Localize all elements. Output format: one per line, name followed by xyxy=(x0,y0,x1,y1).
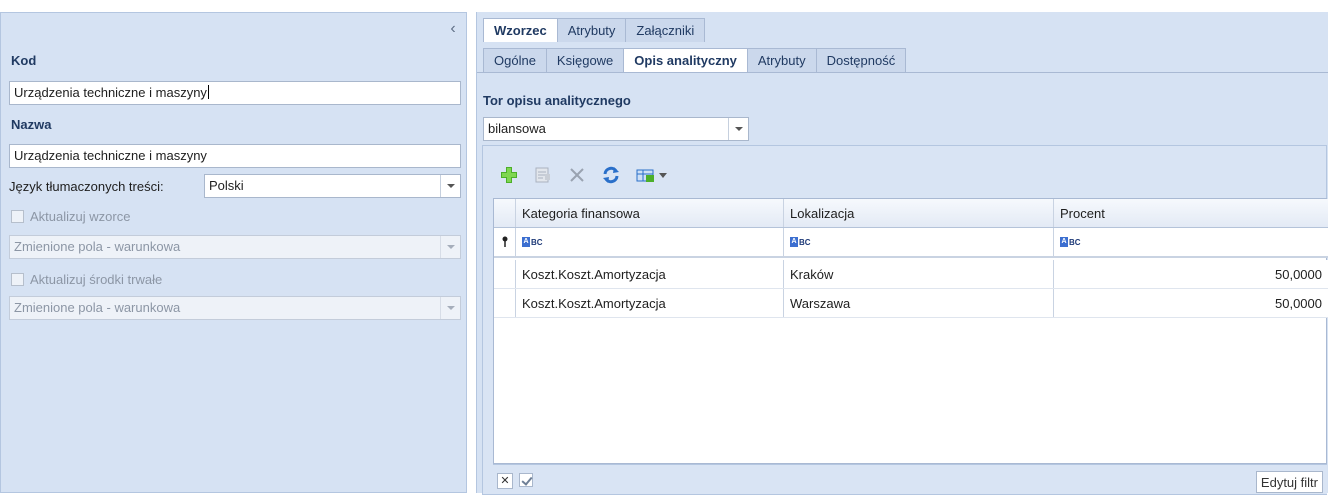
refresh-icon[interactable] xyxy=(601,165,621,185)
language-label: Język tłumaczonych treści: xyxy=(9,179,164,194)
tab-atrybuty-sub[interactable]: Atrybuty xyxy=(746,48,817,72)
clear-filter-icon[interactable]: ✕ xyxy=(497,473,513,489)
grid-footer: ✕ Edytuj filtr xyxy=(493,464,1327,494)
cell-kategoria[interactable]: Koszt.Koszt.Amortyzacja xyxy=(516,260,784,288)
tor-label: Tor opisu analitycznego xyxy=(483,93,631,108)
language-select-value: Polski xyxy=(209,178,244,193)
left-panel: ‹ Kod Urządzenia techniczne i maszyny Na… xyxy=(0,12,467,493)
chevron-down-icon[interactable] xyxy=(440,175,460,197)
edit-filter-button[interactable]: Edytuj filtr xyxy=(1255,471,1323,493)
update-assets-mode-select[interactable]: Zmienione pola - warunkowa xyxy=(9,296,461,320)
tab-wzorzec[interactable]: Wzorzec xyxy=(483,18,558,42)
edit-icon[interactable] xyxy=(533,165,553,185)
sub-tabs: Ogólne Księgowe Opis analityczny Atrybut… xyxy=(483,48,907,72)
grid-layout-icon[interactable] xyxy=(635,165,669,185)
update-assets-checkbox[interactable]: Aktualizuj środki trwałe xyxy=(11,272,162,287)
tor-select-value: bilansowa xyxy=(488,121,546,136)
tab-dostepnosc[interactable]: Dostępność xyxy=(815,48,907,72)
update-templates-mode-value: Zmienione pola - warunkowa xyxy=(14,239,181,254)
row-indicator[interactable] xyxy=(494,260,516,288)
table-row[interactable]: Koszt.Koszt.Amortyzacja Warszawa 50,0000 xyxy=(494,289,1328,318)
tab-ksiegowe[interactable]: Księgowe xyxy=(545,48,625,72)
nazwa-label: Nazwa xyxy=(11,117,52,132)
update-templates-checkbox[interactable]: Aktualizuj wzorce xyxy=(11,209,130,224)
update-templates-mode-select[interactable]: Zmienione pola - warunkowa xyxy=(9,235,461,259)
chevron-down-icon[interactable] xyxy=(440,297,460,319)
filter-enabled-checkbox[interactable] xyxy=(519,473,533,487)
column-header-lokalizacja[interactable]: Lokalizacja xyxy=(784,199,1054,227)
chevron-down-icon[interactable] xyxy=(440,236,460,258)
grid-filter-row: A BC A BC A BC xyxy=(494,228,1328,258)
kod-input[interactable]: Urządzenia techniczne i maszyny xyxy=(9,81,461,105)
row-indicator[interactable] xyxy=(494,289,516,317)
update-assets-label: Aktualizuj środki trwałe xyxy=(30,272,163,287)
nazwa-input[interactable]: Urządzenia techniczne i maszyny xyxy=(9,144,461,168)
cell-procent[interactable]: 50,0000 xyxy=(1054,289,1328,317)
pin-icon xyxy=(494,228,516,256)
tab-atrybuty[interactable]: Atrybuty xyxy=(556,18,627,42)
tab-zalaczniki[interactable]: Załączniki xyxy=(625,18,706,42)
update-templates-label: Aktualizuj wzorce xyxy=(30,209,131,224)
text-filter-icon: A BC xyxy=(522,237,543,247)
tab-ogolne[interactable]: Ogólne xyxy=(483,48,547,72)
grid-toolbar xyxy=(499,164,669,186)
cell-kategoria[interactable]: Koszt.Koszt.Amortyzacja xyxy=(516,289,784,317)
analytical-grid-panel: Kategoria finansowa Lokalizacja Procent … xyxy=(482,145,1328,495)
collapse-panel-icon[interactable]: ‹ xyxy=(446,21,460,37)
delete-icon[interactable] xyxy=(567,165,587,185)
column-header-procent[interactable]: Procent xyxy=(1054,199,1328,227)
chevron-down-icon[interactable] xyxy=(728,118,748,140)
kod-input-value: Urządzenia techniczne i maszyny xyxy=(14,85,207,100)
filter-cell-lokalizacja[interactable]: A BC xyxy=(784,228,1054,256)
text-caret xyxy=(207,85,209,99)
column-header-kategoria[interactable]: Kategoria finansowa xyxy=(516,199,784,227)
text-filter-icon: A BC xyxy=(790,237,811,247)
tor-select[interactable]: bilansowa xyxy=(483,117,749,141)
analytical-description-content: Tor opisu analitycznego bilansowa Katego… xyxy=(477,72,1328,495)
filter-cell-procent[interactable]: A BC xyxy=(1054,228,1328,256)
row-indicator-header xyxy=(494,199,516,227)
cell-lokalizacja[interactable]: Kraków xyxy=(784,260,1054,288)
tab-opis-analityczny[interactable]: Opis analityczny xyxy=(623,48,748,72)
analytical-grid: Kategoria finansowa Lokalizacja Procent … xyxy=(493,198,1328,464)
grid-header-row: Kategoria finansowa Lokalizacja Procent xyxy=(494,199,1328,228)
text-filter-icon: A BC xyxy=(1060,237,1081,247)
update-assets-mode-value: Zmienione pola - warunkowa xyxy=(14,300,181,315)
filter-cell-kategoria[interactable]: A BC xyxy=(516,228,784,256)
checkbox-icon xyxy=(11,210,24,223)
checkbox-icon xyxy=(11,273,24,286)
nazwa-input-value: Urządzenia techniczne i maszyny xyxy=(14,148,207,163)
main-tabs: Wzorzec Atrybuty Załączniki xyxy=(483,18,706,42)
add-icon[interactable] xyxy=(499,165,519,185)
cell-lokalizacja[interactable]: Warszawa xyxy=(784,289,1054,317)
right-panel: Wzorzec Atrybuty Załączniki Ogólne Księg… xyxy=(476,12,1328,495)
kod-label: Kod xyxy=(11,53,37,68)
language-select[interactable]: Polski xyxy=(204,174,461,198)
table-row[interactable]: Koszt.Koszt.Amortyzacja Kraków 50,0000 xyxy=(494,260,1328,289)
cell-procent[interactable]: 50,0000 xyxy=(1054,260,1328,288)
